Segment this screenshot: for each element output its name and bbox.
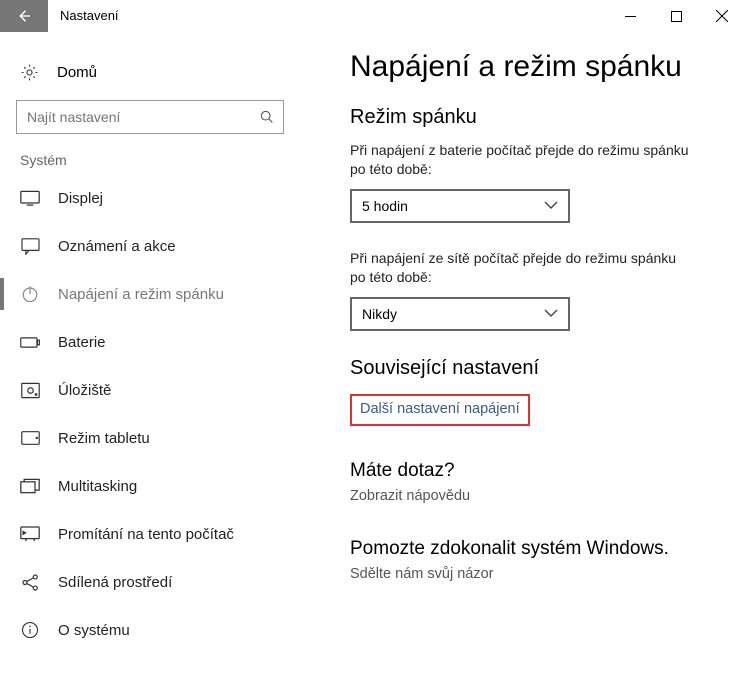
sidebar-item-projecting[interactable]: Promítání na tento počítač [0,510,300,558]
sidebar-item-label: Sdílená prostředí [58,574,172,591]
multitasking-icon [20,478,40,494]
maximize-button[interactable] [653,0,699,32]
projecting-icon [20,526,40,543]
battery-icon [20,336,40,349]
sidebar-item-about[interactable]: O systému [0,606,300,654]
sidebar-section-label: Systém [0,152,300,174]
display-icon [20,190,40,206]
plugged-sleep-value: Nikdy [362,306,397,322]
content-area: Napájení a režim spánku Režim spánku Při… [300,32,745,695]
sidebar-item-tablet-mode[interactable]: Režim tabletu [0,414,300,462]
page-title: Napájení a režim spánku [350,50,715,84]
sidebar-item-notifications[interactable]: Oznámení a akce [0,222,300,270]
additional-power-settings-link[interactable]: Další nastavení napájení [360,401,520,417]
sidebar: Domů Systém Displej Oznámení a akce Na [0,32,300,695]
notifications-icon [20,238,40,255]
shared-icon [20,573,40,592]
sidebar-home-label: Domů [57,64,97,81]
sidebar-item-label: Multitasking [58,478,137,495]
sidebar-item-label: Režim tabletu [58,430,150,447]
sidebar-item-label: O systému [58,622,130,639]
search-box[interactable] [16,100,284,134]
search-icon [259,109,275,125]
back-button[interactable] [0,0,48,32]
gear-icon [20,63,39,82]
sleep-heading: Režim spánku [350,106,715,129]
titlebar: Nastavení [0,0,745,32]
sidebar-item-shared[interactable]: Sdílená prostředí [0,558,300,606]
battery-sleep-label: Při napájení z baterie počítač přejde do… [350,141,690,179]
question-heading: Máte dotaz? [350,460,715,482]
sidebar-nav: Displej Oznámení a akce Napájení a režim… [0,174,300,654]
sidebar-item-label: Promítání na tento počítač [58,526,234,543]
sidebar-item-label: Úložiště [58,382,111,399]
chevron-down-icon [544,201,558,210]
battery-sleep-value: 5 hodin [362,198,408,214]
sidebar-item-label: Napájení a režim spánku [58,286,224,303]
minimize-button[interactable] [607,0,653,32]
sidebar-home[interactable]: Domů [0,52,300,92]
plugged-sleep-label: Při napájení ze sítě počítač přejde do r… [350,249,690,287]
info-icon [20,621,40,639]
sidebar-item-label: Oznámení a akce [58,238,176,255]
tablet-icon [20,430,40,446]
sidebar-item-battery[interactable]: Baterie [0,318,300,366]
search-input[interactable] [27,109,259,125]
help-link[interactable]: Zobrazit nápovědu [350,488,715,504]
highlight-box: Další nastavení napájení [350,394,530,426]
improve-heading: Pomozte zdokonalit systém Windows. [350,538,715,560]
chevron-down-icon [544,309,558,318]
sidebar-item-storage[interactable]: Úložiště [0,366,300,414]
storage-icon [20,382,40,399]
plugged-sleep-select[interactable]: Nikdy [350,297,570,331]
sidebar-item-display[interactable]: Displej [0,174,300,222]
sidebar-item-power-sleep[interactable]: Napájení a režim spánku [0,270,300,318]
power-icon [20,285,40,303]
related-heading: Související nastavení [350,357,715,380]
window-title: Nastavení [48,0,131,32]
battery-sleep-select[interactable]: 5 hodin [350,189,570,223]
feedback-link[interactable]: Sdělte nám svůj názor [350,566,715,582]
sidebar-item-label: Baterie [58,334,106,351]
close-button[interactable] [699,0,745,32]
sidebar-item-label: Displej [58,190,103,207]
sidebar-item-multitasking[interactable]: Multitasking [0,462,300,510]
